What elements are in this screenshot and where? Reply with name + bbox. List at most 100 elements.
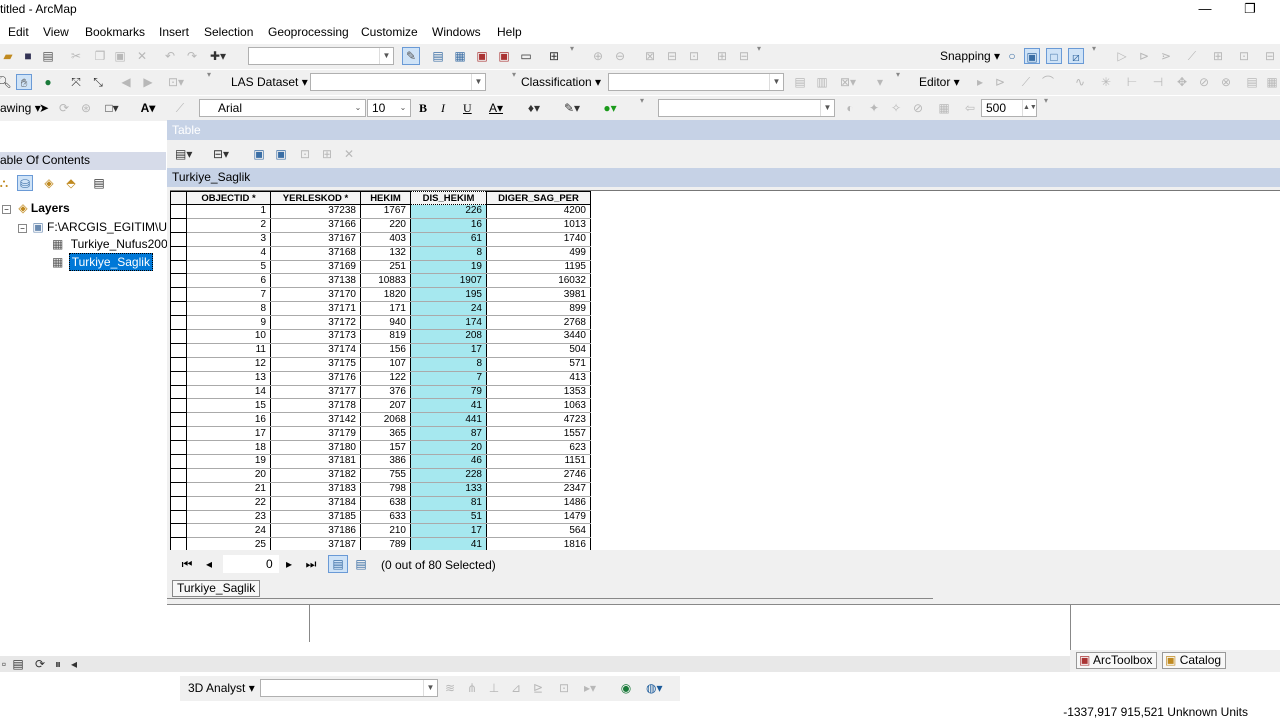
table-row[interactable]: 9 37172 940 174 2768 bbox=[170, 315, 591, 331]
attributes-icon[interactable]: ▤ bbox=[1244, 74, 1260, 90]
restore-button[interactable]: ❐ bbox=[1235, 0, 1265, 20]
table-cell[interactable]: 5 bbox=[186, 260, 271, 275]
table-cell[interactable]: 1353 bbox=[486, 385, 591, 400]
line-color-icon[interactable]: ✎▾ bbox=[564, 100, 580, 116]
table-cell[interactable]: 8 bbox=[410, 246, 487, 261]
layers-node[interactable]: − ◈ Layers bbox=[2, 201, 70, 215]
table-cell[interactable]: 2068 bbox=[360, 412, 411, 428]
table-cell[interactable]: 37184 bbox=[270, 496, 361, 511]
select-elements-icon[interactable]: ➤ bbox=[36, 100, 52, 116]
table-cell[interactable]: 133 bbox=[410, 482, 487, 497]
table-row[interactable]: 17 37179 365 87 1557 bbox=[170, 426, 591, 442]
table-cell[interactable]: 37172 bbox=[270, 315, 361, 331]
sketch-properties-icon[interactable]: ▦ bbox=[1264, 74, 1280, 90]
show-selected-records-icon[interactable]: ▤ bbox=[353, 556, 369, 572]
table-cell[interactable]: 21 bbox=[186, 482, 271, 497]
table-cell[interactable]: 37177 bbox=[270, 385, 361, 400]
table-cell[interactable]: 24 bbox=[410, 301, 487, 317]
column-header-objectid[interactable]: OBJECTID * bbox=[186, 191, 271, 205]
table-cell[interactable]: 195 bbox=[410, 287, 487, 303]
reshape-icon[interactable]: ⋗ bbox=[1158, 48, 1174, 64]
zoom-to-selected-icon[interactable]: ⊞ bbox=[319, 146, 335, 162]
fixed-zoom-out-icon[interactable]: ⤡ bbox=[90, 74, 106, 90]
delete-icon[interactable]: ✕ bbox=[134, 48, 150, 64]
catalog-window-icon[interactable]: ▦ bbox=[452, 48, 468, 64]
table-cell[interactable]: 37171 bbox=[270, 301, 361, 317]
table-cell[interactable]: 37167 bbox=[270, 232, 361, 247]
rectangle-icon[interactable]: □▾ bbox=[104, 100, 120, 116]
table-cell[interactable]: 789 bbox=[360, 537, 411, 550]
table-cell[interactable]: 819 bbox=[360, 329, 411, 344]
unclassed-icon[interactable]: ▾ bbox=[872, 74, 888, 90]
toolbar-grip[interactable]: ▾ bbox=[570, 45, 575, 66]
straight-segment-icon[interactable]: ⟋ bbox=[1018, 74, 1034, 90]
trace-icon[interactable]: ∿ bbox=[1072, 74, 1088, 90]
zoom-icon[interactable]: 🔍︎ bbox=[0, 74, 12, 90]
table-cell[interactable]: 1479 bbox=[486, 510, 591, 525]
clear-selection-icon[interactable]: ⊡ bbox=[297, 146, 313, 162]
table-cell[interactable]: 37174 bbox=[270, 343, 361, 358]
rotate-element-icon[interactable]: ⟳ bbox=[56, 100, 72, 116]
table-row[interactable]: 13 37176 122 7 413 bbox=[170, 370, 591, 386]
table-icon[interactable]: ▦ bbox=[936, 100, 952, 116]
table-cell[interactable]: 2347 bbox=[486, 482, 591, 497]
search-window-icon[interactable]: ▣ bbox=[474, 48, 490, 64]
point-profile-icon[interactable]: ⊿ bbox=[508, 680, 524, 696]
table-cell[interactable]: 87 bbox=[410, 426, 487, 442]
rotate-icon[interactable]: ⊡ bbox=[1236, 48, 1252, 64]
table-cell[interactable]: 638 bbox=[360, 496, 411, 511]
point-snapping-icon[interactable]: ○ bbox=[1004, 48, 1020, 64]
add-data-icon[interactable]: ✚▾ bbox=[210, 48, 226, 64]
table-cell[interactable]: 413 bbox=[486, 371, 591, 386]
menu-geoprocessing[interactable]: Geoprocessing bbox=[268, 25, 349, 39]
table-cell[interactable]: 132 bbox=[360, 246, 411, 261]
table-cell[interactable]: 8 bbox=[186, 301, 271, 317]
drawing-menu[interactable]: awing ▾ bbox=[0, 101, 41, 115]
table-cell[interactable]: 403 bbox=[360, 232, 411, 247]
layout-view-icon[interactable]: ▤ bbox=[10, 656, 26, 672]
globe-icon[interactable]: ● bbox=[40, 74, 56, 90]
table-cell[interactable]: 228 bbox=[410, 468, 487, 483]
print-icon[interactable]: ▤ bbox=[40, 48, 56, 64]
select-all-handle[interactable] bbox=[170, 191, 187, 205]
table-cell[interactable]: 174 bbox=[410, 315, 487, 331]
table-row[interactable]: 21 37183 798 133 2347 bbox=[170, 481, 591, 497]
table-row[interactable]: 16 37142 2068 441 4723 bbox=[170, 412, 591, 428]
table-cell[interactable]: 22 bbox=[186, 496, 271, 511]
table-cell[interactable]: 15 bbox=[186, 398, 271, 414]
3d-layer-combo[interactable]: ▼ bbox=[260, 679, 438, 697]
histogram-icon[interactable]: ▥ bbox=[814, 74, 830, 90]
previous-record-icon[interactable]: ◂ bbox=[201, 556, 217, 572]
toc-item-nufus[interactable]: ▦ Turkiye_Nufus200 bbox=[52, 237, 168, 251]
previous-extent-icon[interactable]: ⊟ bbox=[736, 48, 752, 64]
edit-vertices-icon[interactable]: ⟋ bbox=[172, 100, 188, 116]
folder-node[interactable]: − ▣ F:\ARCGIS_EGITIM\U bbox=[18, 220, 167, 234]
table-options-icon[interactable]: ▤▾ bbox=[175, 146, 192, 162]
table-cell[interactable]: 37176 bbox=[270, 371, 361, 386]
table-cell[interactable]: 41 bbox=[410, 398, 487, 414]
table-cell[interactable]: 37185 bbox=[270, 510, 361, 525]
row-select-handle[interactable] bbox=[170, 315, 187, 331]
table-cell[interactable]: 4723 bbox=[486, 412, 591, 428]
edit-tool-icon[interactable]: ▷ bbox=[1114, 48, 1130, 64]
scale-arrow-icon[interactable]: ⇦ bbox=[962, 100, 978, 116]
fill-color-icon[interactable]: ♦▾ bbox=[526, 100, 542, 116]
pan-hand-icon[interactable]: ✋︎ bbox=[16, 74, 32, 90]
table-cell[interactable]: 1740 bbox=[486, 232, 591, 247]
rotate-tool-icon[interactable]: ⊣ bbox=[1150, 74, 1166, 90]
table-cell[interactable]: 1816 bbox=[486, 537, 591, 550]
flicker-icon[interactable]: ✧ bbox=[888, 100, 904, 116]
table-row[interactable]: 8 37171 171 24 899 bbox=[170, 301, 591, 317]
table-cell[interactable]: 8 bbox=[410, 357, 487, 372]
split-icon[interactable]: ⊞ bbox=[1210, 48, 1226, 64]
table-row[interactable]: 19 37181 386 46 1151 bbox=[170, 454, 591, 469]
save-icon[interactable]: ■ bbox=[20, 48, 36, 64]
column-header-diger-sag-per[interactable]: DIGER_SAG_PER bbox=[486, 191, 591, 205]
minimize-button[interactable]: — bbox=[1190, 0, 1220, 20]
table-cell[interactable]: 210 bbox=[360, 523, 411, 539]
fixed-zoom-in-icon[interactable]: ⊠ bbox=[642, 48, 658, 64]
refresh-icon[interactable]: ⟳ bbox=[32, 656, 48, 672]
row-select-handle[interactable] bbox=[170, 356, 187, 372]
table-row[interactable]: 24 37186 210 17 564 bbox=[170, 523, 591, 539]
scale-icon[interactable]: ⊘ bbox=[1196, 74, 1212, 90]
